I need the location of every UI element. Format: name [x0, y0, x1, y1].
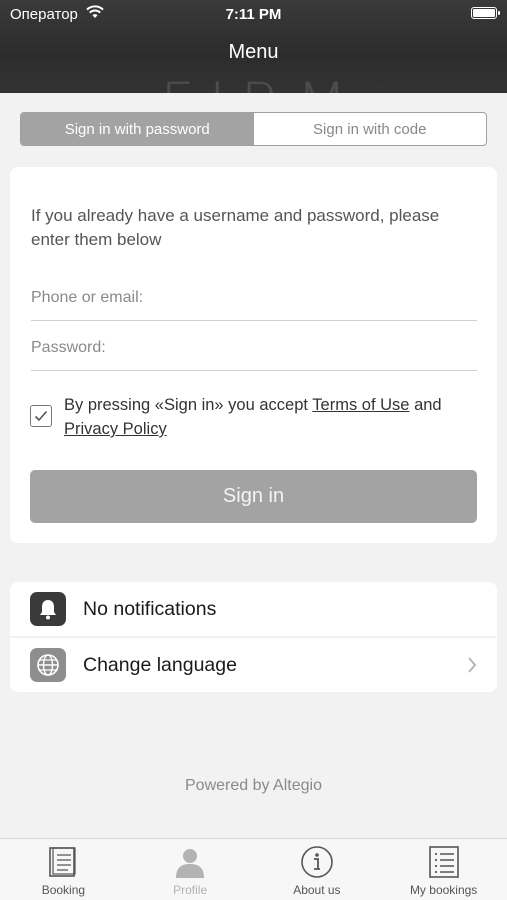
notifications-row[interactable]: No notifications [10, 582, 497, 636]
bell-icon [30, 592, 66, 626]
phone-or-email-field [31, 281, 477, 321]
chevron-right-icon [468, 657, 477, 673]
tab-profile-label: Profile [173, 883, 208, 897]
change-language-label: Change language [83, 654, 237, 676]
tab-about-us[interactable]: About us [254, 839, 381, 900]
header: FIRM Оператор 7:11 PM Menu [0, 0, 507, 93]
battery-icon [471, 7, 500, 19]
consent-and: and [414, 396, 442, 414]
tab-sign-in-with-code[interactable]: Sign in with code [254, 113, 487, 145]
sign-in-mode-switch: Sign in with password Sign in with code [20, 112, 487, 146]
powered-by-text: Powered by Altegio [185, 777, 322, 794]
consent-text: By pressing «Sign in» you accept Terms o… [64, 393, 484, 441]
tab-my-bookings[interactable]: My bookings [380, 839, 507, 900]
checkmark-icon [34, 410, 48, 422]
tab-bar: Booking Profile About us My bookings [0, 838, 507, 900]
change-language-row[interactable]: Change language [10, 638, 497, 692]
tab-my-bookings-label: My bookings [409, 883, 478, 897]
tab-about-us-label: About us [293, 883, 341, 897]
notifications-label: No notifications [83, 598, 217, 620]
person-icon [176, 849, 205, 878]
password-field [31, 331, 477, 371]
tab-booking-label: Booking [41, 883, 86, 897]
page-title: Menu [228, 41, 279, 63]
tab-profile[interactable]: Profile [127, 839, 254, 900]
header-background-logo: FIRM [160, 70, 362, 93]
clock: 7:11 PM [225, 6, 282, 23]
privacy-policy-link[interactable]: Privacy Policy [64, 420, 167, 438]
status-bar: Оператор 7:11 PM [0, 0, 507, 28]
phone-or-email-input[interactable] [31, 281, 477, 307]
book-icon [49, 847, 76, 877]
list-icon [428, 846, 459, 878]
terms-of-use-link[interactable]: Terms of Use [312, 396, 409, 414]
login-intro-text: If you already have a username and passw… [31, 206, 440, 249]
tab-booking[interactable]: Booking [0, 839, 127, 900]
consent-checkbox[interactable] [30, 405, 52, 427]
password-input[interactable] [31, 331, 477, 357]
globe-icon [30, 648, 66, 682]
info-icon [301, 846, 333, 878]
sign-in-button[interactable]: Sign in [30, 470, 477, 523]
login-card: If you already have a username and passw… [10, 167, 497, 543]
tab-sign-in-with-password[interactable]: Sign in with password [21, 113, 254, 145]
consent-prefix: By pressing «Sign in» you accept [64, 396, 308, 414]
